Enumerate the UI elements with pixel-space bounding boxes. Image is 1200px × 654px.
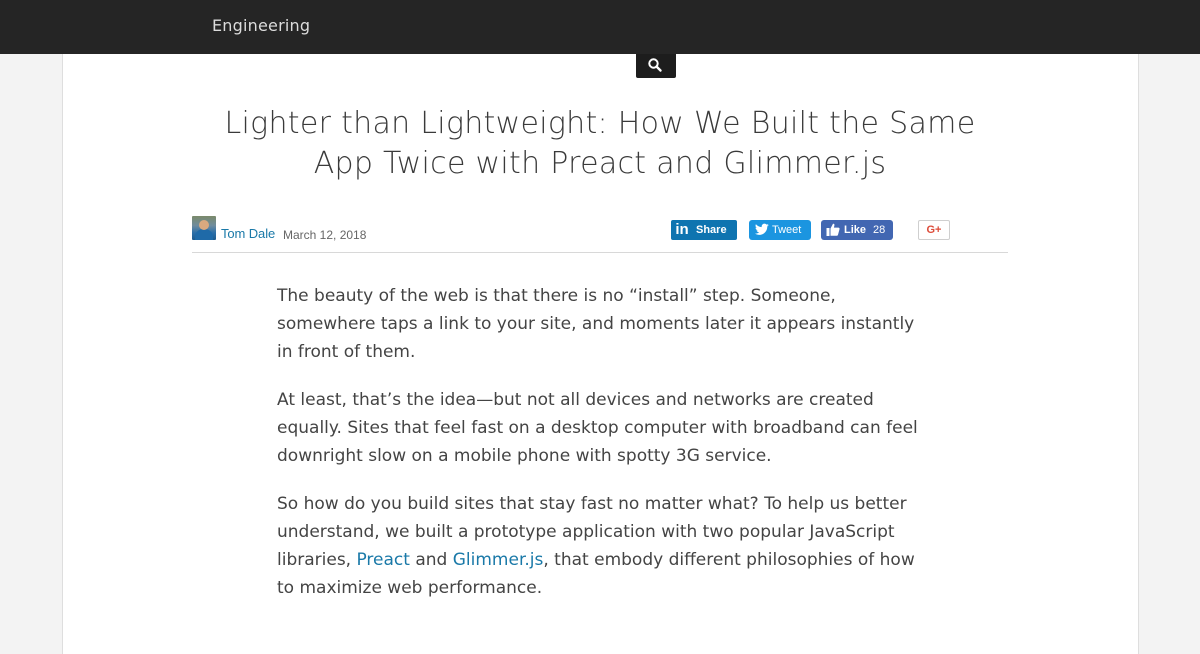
- paragraph-2: At least, that’s the idea—but not all de…: [277, 390, 918, 466]
- linkedin-icon: in: [675, 221, 689, 238]
- facebook-like-button[interactable]: Like 28: [821, 220, 893, 240]
- article-title: Lighter than Lightweight: How We Built t…: [224, 106, 976, 181]
- paragraph-1: The beauty of the web is that there is n…: [277, 286, 915, 362]
- google-plus-icon: G+: [926, 224, 942, 236]
- tweet-button[interactable]: Tweet: [749, 220, 811, 240]
- top-navbar: Engineering: [0, 0, 1200, 54]
- search-button[interactable]: [636, 54, 676, 78]
- linkedin-share-button[interactable]: in Share: [671, 220, 737, 240]
- paragraph-3: So how do you build sites that stay fast…: [277, 494, 915, 598]
- search-icon: [648, 58, 662, 72]
- thumbs-up-icon: [826, 223, 840, 236]
- preact-link[interactable]: Preact: [356, 550, 409, 570]
- brand-link[interactable]: Engineering: [212, 16, 310, 35]
- author-avatar[interactable]: [192, 216, 216, 240]
- author-link[interactable]: Tom Dale: [221, 226, 275, 241]
- like-count: 28: [873, 224, 886, 236]
- google-plus-button[interactable]: G+: [918, 220, 950, 240]
- glimmer-link[interactable]: Glimmer.js: [453, 550, 544, 570]
- twitter-bird-icon: [755, 223, 769, 235]
- article-meta: Tom Dale March 12, 2018 in Share Tweet L…: [192, 214, 1008, 253]
- publish-date: March 12, 2018: [283, 228, 367, 242]
- article-body: The beauty of the web is that there is n…: [277, 282, 927, 622]
